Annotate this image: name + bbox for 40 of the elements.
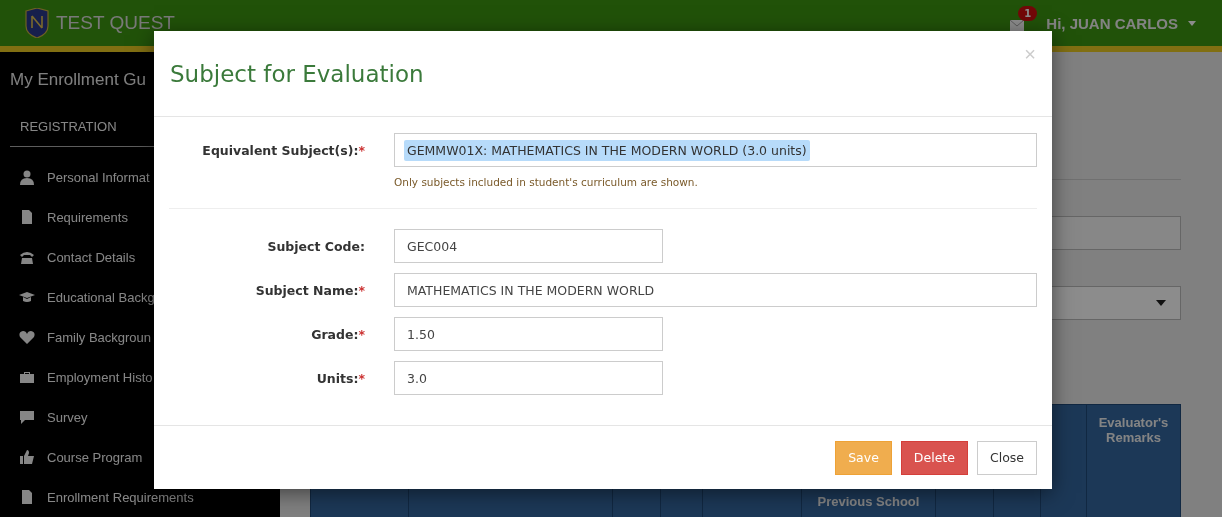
phone-icon <box>19 249 35 265</box>
help-text: Only subjects included in student's curriculum are shown. <box>394 176 699 188</box>
dialog-button[interactable]: Delete <box>900 440 968 475</box>
sidebar-title: My Enrollment Gu <box>10 70 147 90</box>
table-header-cell: Evaluator's Remarks <box>1086 404 1181 517</box>
sidebar-item[interactable]: Survey <box>47 409 88 425</box>
sidebar-item[interactable]: Educational Backg <box>47 289 155 305</box>
field-label: Grade:* <box>310 326 365 344</box>
envelope-icon[interactable] <box>1010 19 1025 31</box>
briefcase-icon <box>19 369 35 385</box>
input-field[interactable]: 1.50 <box>394 317 663 351</box>
app-title: TEST QUEST <box>56 12 175 34</box>
notification-count: 1 <box>1018 5 1038 21</box>
subject-select[interactable]: GEMMW01X: MATHEMATICS IN THE MODERN WORLD (3.0 units) <box>394 133 1037 167</box>
selected-subject: GEMMW01X: MATHEMATICS IN THE MODERN WORLD (3.0 units) <box>404 139 810 161</box>
caret-icon <box>1188 20 1196 26</box>
dialog-title: Subject for Evaluation <box>170 60 424 87</box>
input-field[interactable]: 3.0 <box>394 361 663 395</box>
caret-icon <box>1156 300 1166 306</box>
dialog-button[interactable]: Close <box>976 440 1037 475</box>
input-field[interactable]: MATHEMATICS IN THE MODERN WORLD <box>394 273 1037 307</box>
file-icon <box>19 489 35 505</box>
thumbs-icon <box>19 449 35 465</box>
sidebar-item[interactable]: Contact Details <box>47 249 136 265</box>
sidebar-item[interactable]: Course Program <box>47 449 143 465</box>
shield-logo-icon <box>24 8 50 38</box>
heart-icon <box>19 329 35 345</box>
sidebar-item[interactable]: Family Backgroun <box>47 329 152 345</box>
sidebar-item[interactable]: Personal Informat <box>47 169 150 185</box>
input-field[interactable]: GEC004 <box>394 229 663 263</box>
sidebar-item[interactable]: Enrollment Requirements <box>47 489 194 505</box>
comment-icon <box>19 409 35 425</box>
file-icon <box>19 209 35 225</box>
field-label: Units:* <box>315 370 365 388</box>
field-label: Subject Name:* <box>254 282 365 300</box>
user-icon <box>19 169 35 185</box>
cap-icon <box>19 289 35 305</box>
field-label: Subject Code: <box>266 238 365 256</box>
sidebar-item[interactable]: Employment Histo <box>47 369 153 385</box>
sidebar-item[interactable]: Requirements <box>47 209 128 225</box>
